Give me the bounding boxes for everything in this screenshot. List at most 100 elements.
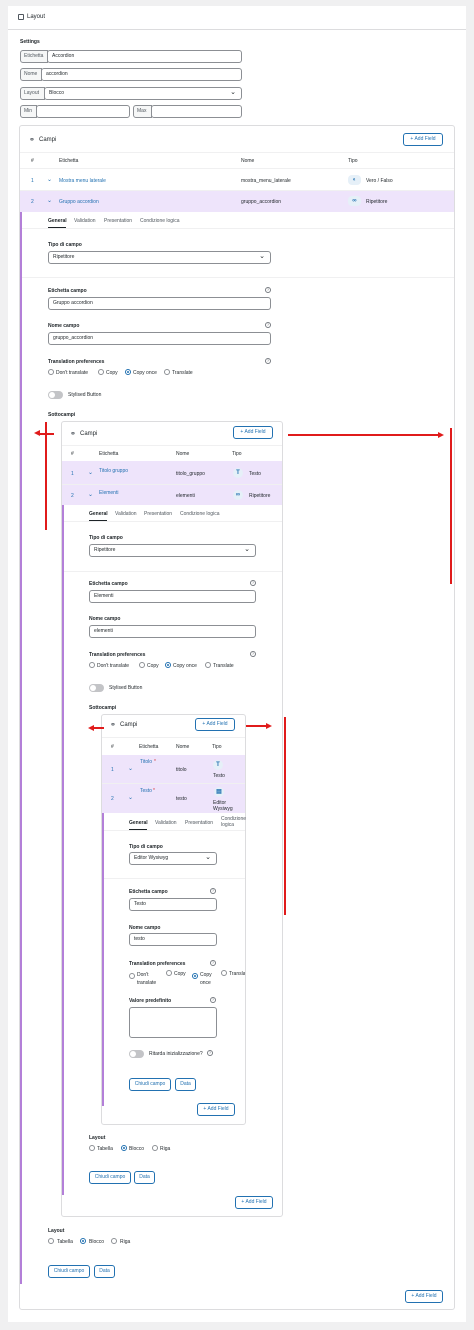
radio-copy-once[interactable] [125, 369, 131, 375]
nome-input[interactable]: accordion [41, 68, 242, 81]
radio-translate[interactable] [221, 970, 227, 976]
help-icon[interactable]: ? [250, 580, 256, 586]
tab-logic[interactable]: Condizione logica [140, 218, 179, 224]
tab-general[interactable]: General [129, 820, 148, 826]
tipo-select[interactable]: Editor Wysiwyg [129, 852, 217, 865]
row-label[interactable]: Titolo [140, 759, 152, 765]
add-field-button[interactable]: + Add Field [403, 133, 443, 146]
radio-copy-once[interactable] [192, 973, 198, 979]
radio-label: Copy once [173, 663, 197, 669]
help-icon[interactable]: ? [265, 358, 271, 364]
chiudi-campo-button[interactable]: Chiudi campo [89, 1171, 131, 1184]
chevron-down-icon[interactable]: ⌄ [88, 491, 93, 498]
radio-dont-translate[interactable] [48, 369, 54, 375]
tab-general[interactable]: General [89, 511, 108, 517]
add-field-button[interactable]: + Add Field [233, 426, 273, 439]
stylised-toggle[interactable] [48, 391, 63, 399]
max-prefix: Max [133, 105, 152, 118]
radio-copy[interactable] [139, 662, 145, 668]
help-icon[interactable]: ? [265, 287, 271, 293]
tab-logic[interactable]: Condizione logica [221, 816, 246, 828]
tipo-select[interactable]: Ripetitore [89, 544, 256, 557]
layout-select[interactable]: Blocco [44, 87, 242, 100]
radio-riga[interactable] [152, 1145, 158, 1151]
nome-campo-input[interactable]: testo [129, 933, 217, 946]
tab-validation[interactable]: Validation [155, 820, 177, 826]
nesting-line [62, 505, 64, 1195]
add-field-button[interactable]: + Add Field [197, 1103, 235, 1116]
radio-label: Copy [174, 971, 186, 977]
link-icon: ⚭ [70, 431, 76, 438]
data-button[interactable]: Data [175, 1078, 196, 1091]
tab-presentation[interactable]: Presentation [104, 218, 132, 224]
radio-translate[interactable] [205, 662, 211, 668]
chiudi-campo-button[interactable]: Chiudi campo [48, 1265, 90, 1278]
radio-translate[interactable] [164, 369, 170, 375]
divider [20, 152, 454, 153]
min-input[interactable] [36, 105, 130, 118]
radio-blocco[interactable] [121, 1145, 127, 1151]
radio-copy[interactable] [98, 369, 104, 375]
row-type: Ripetitore [249, 493, 271, 499]
chevron-down-icon[interactable]: ⌄ [88, 469, 93, 476]
radio-tabella[interactable] [48, 1238, 54, 1244]
help-icon[interactable]: ? [207, 1050, 213, 1056]
help-icon[interactable]: ? [210, 960, 216, 966]
data-button[interactable]: Data [94, 1265, 115, 1278]
radio-blocco[interactable] [80, 1238, 86, 1244]
valore-textarea[interactable] [129, 1007, 217, 1038]
help-icon[interactable]: ? [250, 651, 256, 657]
row-type: Editor Wysiwyg [213, 800, 233, 812]
ritarda-toggle[interactable] [129, 1050, 144, 1058]
tab-presentation[interactable]: Presentation [185, 820, 213, 826]
nome-campo-input[interactable]: elementi [89, 625, 256, 638]
add-field-button[interactable]: + Add Field [405, 1290, 443, 1303]
chiudi-campo-button[interactable]: Chiudi campo [129, 1078, 171, 1091]
chevron-down-icon[interactable]: ⌄ [128, 794, 133, 801]
row-label[interactable]: Mostra menu laterale [59, 178, 106, 184]
translation-label: Translation preferences [48, 359, 105, 365]
etichetta-campo-input[interactable]: Testo [129, 898, 217, 911]
annotation-line [40, 433, 54, 435]
radio-dont-translate[interactable] [89, 662, 95, 668]
divider [104, 830, 245, 831]
row-label[interactable]: Gruppo accordion [59, 199, 99, 205]
toggle-type-icon: ◐ [348, 175, 361, 185]
radio-dont-translate[interactable] [129, 973, 135, 979]
row-num: 2 [31, 199, 34, 205]
tab-presentation[interactable]: Presentation [144, 511, 172, 517]
radio-copy-once[interactable] [165, 662, 171, 668]
tab-general[interactable]: General [48, 218, 67, 224]
divider [64, 521, 282, 522]
etichetta-campo-input[interactable]: Elementi [89, 590, 256, 603]
chevron-down-icon[interactable]: ⌄ [128, 765, 133, 772]
radio-tabella[interactable] [89, 1145, 95, 1151]
tipo-select[interactable]: Ripetitore [48, 251, 271, 264]
add-field-button[interactable]: + Add Field [235, 1196, 273, 1209]
add-field-button[interactable]: + Add Field [195, 718, 235, 731]
page-title: Layout [27, 14, 46, 20]
stylised-toggle[interactable] [89, 684, 104, 692]
data-button[interactable]: Data [134, 1171, 155, 1184]
row-label[interactable]: Testo [140, 788, 152, 794]
layout-icon [18, 14, 24, 20]
help-icon[interactable]: ? [210, 888, 216, 894]
tipo-label: Tipo di campo [48, 242, 82, 248]
col-tipo: Tipo [232, 451, 242, 457]
max-input[interactable] [151, 105, 242, 118]
nome-campo-input[interactable]: gruppo_accordion [48, 332, 271, 345]
radio-riga[interactable] [111, 1238, 117, 1244]
tab-logic[interactable]: Condizione logica [180, 511, 219, 517]
etichetta-campo-input[interactable]: Gruppo accordion [48, 297, 271, 310]
chevron-down-icon[interactable]: ⌄ [47, 197, 52, 204]
help-icon[interactable]: ? [265, 322, 271, 328]
etichetta-input[interactable]: Accordion [47, 50, 242, 63]
tab-validation[interactable]: Validation [74, 218, 96, 224]
row-label[interactable]: Elementi [99, 490, 118, 496]
help-icon[interactable]: ? [210, 997, 216, 1003]
tab-validation[interactable]: Validation [115, 511, 137, 517]
row-label[interactable]: Titolo gruppo [99, 468, 128, 474]
radio-copy[interactable] [166, 970, 172, 976]
etichetta-prefix: Etichetta [20, 50, 48, 63]
chevron-down-icon[interactable]: ⌄ [47, 176, 52, 183]
